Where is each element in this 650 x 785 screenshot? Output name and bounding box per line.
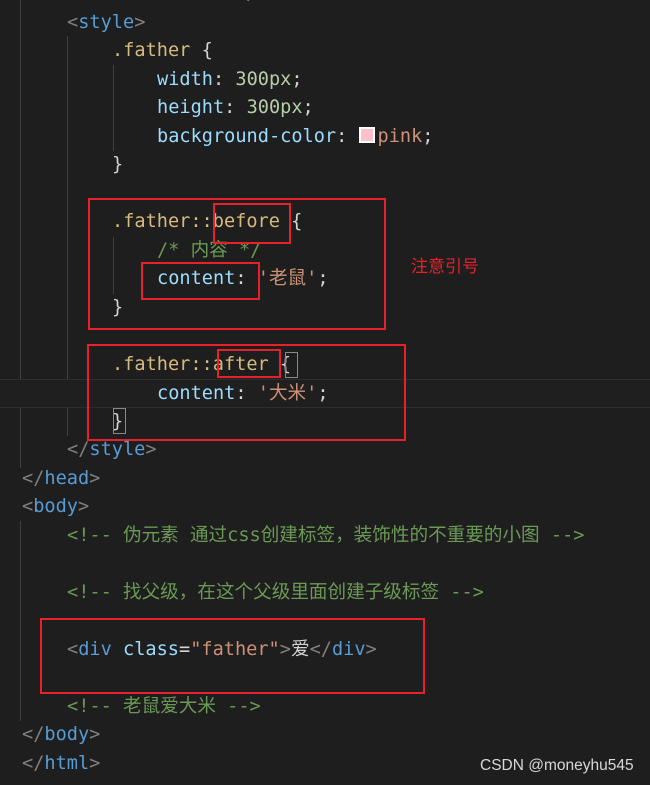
code-token: > <box>134 11 146 33</box>
code-token: </ <box>22 752 45 774</box>
code-token: body <box>33 496 78 517</box>
watermark: CSDN @moneyhu545 <box>480 757 634 774</box>
code-token: html <box>44 752 90 774</box>
code-token: > <box>89 467 101 489</box>
code-token: ; <box>291 68 303 90</box>
color-swatch-icon[interactable] <box>358 126 375 143</box>
code-token: style <box>89 439 146 460</box>
annotation-note: 注意引号 <box>411 257 479 277</box>
code-token: < <box>22 496 34 517</box>
code-token: pink <box>377 125 423 147</box>
code-line[interactable]: } <box>0 151 650 180</box>
code-token: > <box>134 0 145 4</box>
annotation-box-content <box>141 262 260 300</box>
code-token: title <box>257 0 313 4</box>
code-token: > <box>89 724 101 745</box>
code-token: : <box>212 68 236 90</box>
annotation-box-before <box>213 203 291 244</box>
code-line[interactable]: <style> <box>0 9 650 38</box>
code-token: .father <box>112 40 191 61</box>
code-token: > <box>145 439 157 460</box>
code-line[interactable]: background-color: pink; <box>0 123 650 152</box>
code-token: < <box>67 11 79 33</box>
code-token: ; <box>422 125 434 147</box>
code-line[interactable]: <!-- 伪元素 通过css创建标签，装饰性的不重要的小图 --> <box>0 522 650 551</box>
code-token: background-color <box>157 125 337 147</box>
code-token: < <box>67 0 78 4</box>
code-line[interactable]: </body> <box>0 721 650 750</box>
code-token: ; <box>302 97 314 118</box>
code-token: 300px <box>235 68 292 90</box>
code-line[interactable] <box>0 550 650 579</box>
code-line[interactable]: <!-- 找父级，在这个父级里面创建子级标签 --> <box>0 579 650 608</box>
code-token: <!-- 伪元素 通过css创建标签，装饰性的不重要的小图 --> <box>67 524 585 546</box>
code-line[interactable]: width: 300px; <box>0 66 650 95</box>
annotation-box-after <box>217 349 281 378</box>
code-token: style <box>78 11 135 33</box>
code-token: { <box>190 40 213 61</box>
code-token: </ <box>235 0 257 4</box>
code-line[interactable]: .father { <box>0 37 650 66</box>
code-token: body <box>44 724 90 745</box>
code-token: </ <box>22 467 45 489</box>
code-token: > <box>77 496 90 517</box>
code-token: </ <box>22 724 45 745</box>
code-token: } <box>112 154 124 175</box>
code-token: width <box>157 68 213 90</box>
code-token: 300px <box>246 97 303 118</box>
code-token: : <box>224 97 247 118</box>
code-line[interactable]: <title>Document</title> <box>0 0 650 9</box>
code-token: > <box>89 752 101 774</box>
code-line[interactable]: <!-- 老鼠爱大米 --> <box>0 693 650 722</box>
code-token: title <box>78 0 134 4</box>
annotation-box-div <box>40 618 425 694</box>
code-token: <!-- 找父级，在这个父级里面创建子级标签 --> <box>67 581 484 603</box>
code-token: Document <box>145 0 235 4</box>
code-line[interactable]: </head> <box>0 465 650 494</box>
code-line[interactable]: <body> <box>0 493 650 522</box>
code-token: height <box>157 97 225 118</box>
code-token: <!-- 老鼠爱大米 --> <box>67 695 261 717</box>
code-token: : <box>336 125 359 147</box>
code-token: > <box>313 0 324 4</box>
code-token: head <box>44 467 90 489</box>
code-token: </ <box>67 439 90 460</box>
code-line[interactable]: height: 300px; <box>0 94 650 123</box>
